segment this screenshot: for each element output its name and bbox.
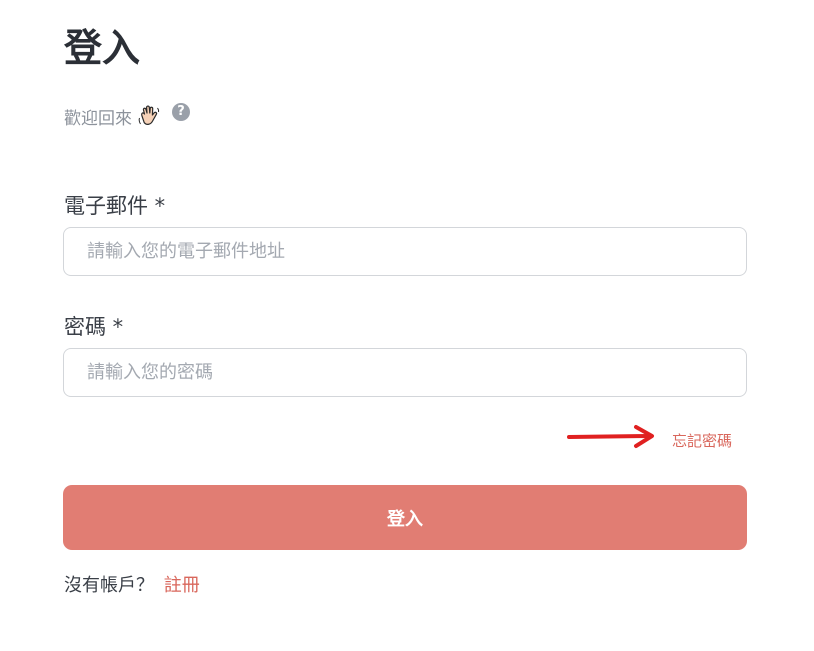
waving-hand-icon (138, 104, 160, 128)
signup-row: 沒有帳戶？ 註冊 (64, 571, 200, 597)
no-account-text: 沒有帳戶？ (64, 575, 154, 596)
page-title: 登入 (64, 26, 141, 70)
login-page: 登入 歡迎回來 ? 電子郵件 * 密碼 * 忘記密碼 登入 沒有帳戶？ 註冊 (0, 0, 814, 651)
email-field[interactable] (63, 227, 747, 276)
email-label: 電子郵件 * (64, 194, 166, 218)
welcome-text: 歡迎回來 (64, 108, 132, 129)
annotation-arrow-icon (567, 425, 654, 448)
password-field[interactable] (63, 348, 747, 397)
password-label: 密碼 * (64, 315, 124, 339)
forgot-password-link[interactable]: 忘記密碼 (672, 430, 732, 451)
question-circle-icon[interactable]: ? (172, 103, 190, 121)
signup-link[interactable]: 註冊 (164, 575, 200, 596)
login-button[interactable]: 登入 (63, 485, 747, 550)
welcome-row: 歡迎回來 ? (64, 102, 190, 130)
